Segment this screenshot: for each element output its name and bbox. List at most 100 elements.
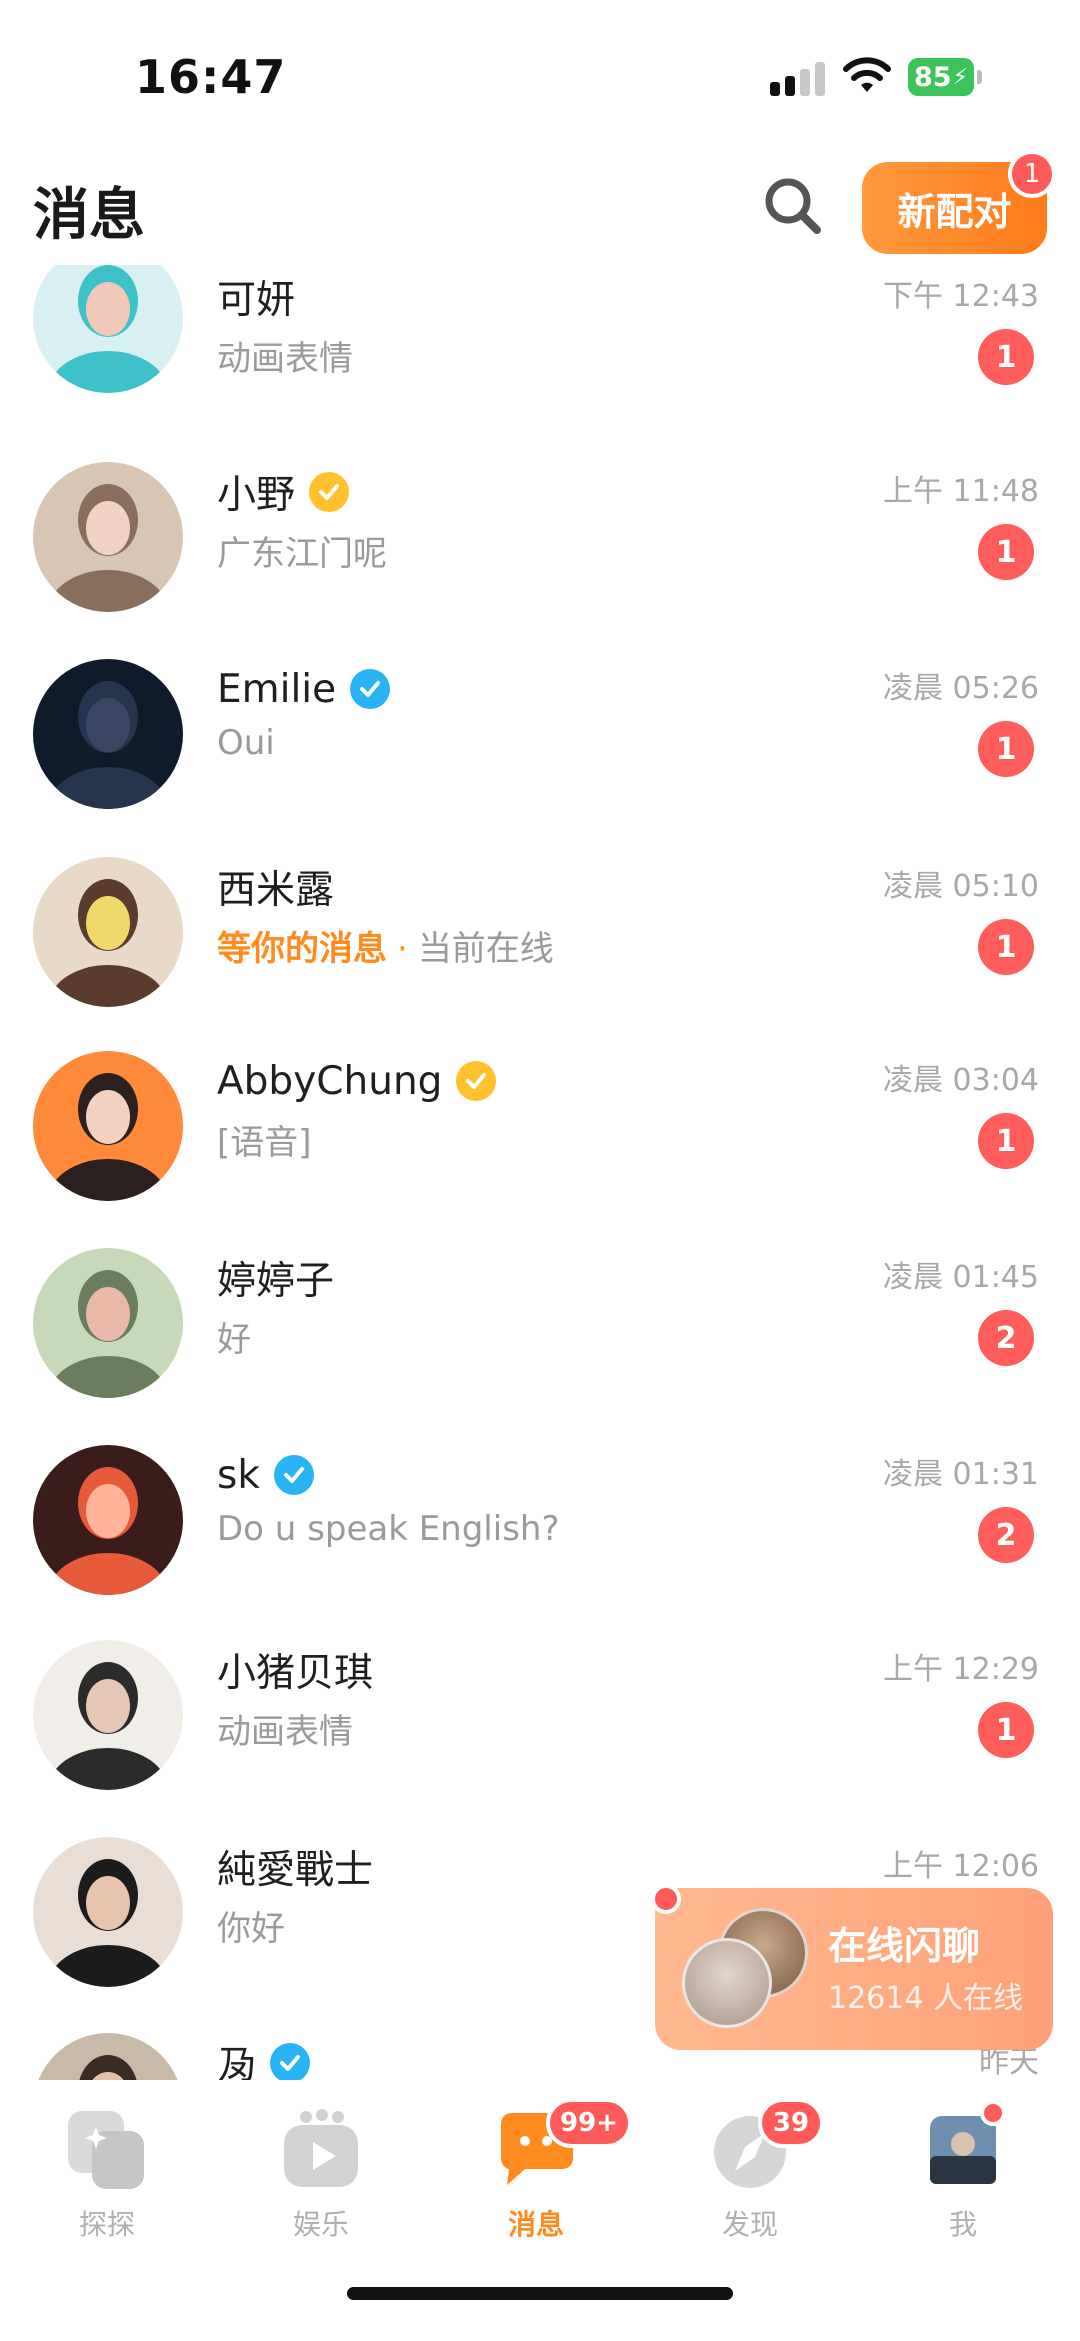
conversation-row[interactable]: 可妍动画表情 下午 12:43 1 (0, 265, 1080, 464)
message-time: 凌晨 05:26 (883, 671, 1039, 706)
message-preview: 广东江门呢 (217, 534, 387, 574)
conversation-list[interactable]: 可妍动画表情 下午 12:43 1 小野广东江门呢 上午 11:48 1 Emilie Oui… (0, 265, 1080, 2080)
verified-badge-icon (350, 669, 391, 709)
unread-badge: 1 (978, 1113, 1034, 1169)
contact-name: 西米露 (217, 868, 335, 913)
message-time: 凌晨 03:04 (883, 1063, 1039, 1098)
unread-badge: 1 (978, 1702, 1034, 1758)
unread-badge: 2 (978, 1310, 1034, 1366)
contact-name: 可妍 (217, 278, 296, 323)
avatar[interactable] (33, 462, 183, 612)
message-preview: Do u speak English? (217, 1509, 560, 1549)
new-match-label: 新配对 (897, 189, 1012, 234)
contact-name: 婷婷子 (217, 1259, 335, 1304)
conversation-row[interactable]: AbbyChung [语音] 凌晨 03:04 1 (0, 1051, 1080, 1248)
name-line: AbbyChung (217, 1051, 497, 1111)
search-icon[interactable] (762, 175, 824, 237)
verified-badge-icon (273, 1455, 314, 1495)
name-line: 可妍 (217, 267, 295, 327)
message-preview: 等你的消息 · 当前在线 (217, 921, 554, 970)
charging-bolt-icon: ⚡ (952, 64, 969, 90)
tab-label: 我 (948, 2208, 977, 2241)
avatar[interactable] (33, 265, 183, 393)
new-match-badge: 1 (1008, 150, 1056, 198)
conversation-row[interactable]: 西米露等你的消息 · 当前在线 凌晨 05:10 1 (0, 857, 1080, 1054)
waiting-label: 等你的消息 (217, 929, 387, 969)
verified-badge-icon (309, 472, 350, 512)
online-user-avatar (682, 1938, 772, 2028)
message-time: 凌晨 05:10 (883, 869, 1039, 904)
avatar[interactable] (33, 1051, 183, 1201)
message-time: 下午 12:43 (883, 279, 1039, 314)
online-status: 当前在线 (417, 929, 554, 969)
page-title: 消息 (33, 183, 145, 248)
avatar[interactable] (33, 1248, 183, 1398)
profile-notification-dot (980, 2100, 1006, 2126)
contact-name: 純愛戰士 (217, 1848, 374, 1893)
unread-badge: 2 (978, 1507, 1034, 1563)
name-line: 小野 (217, 462, 350, 522)
message-time: 上午 11:48 (883, 474, 1039, 509)
name-line: Emilie (217, 659, 391, 719)
tab-label: 发现 (721, 2208, 778, 2241)
avatar[interactable] (33, 1640, 183, 1790)
contact-name: 小猪贝琪 (217, 1651, 374, 1696)
conversation-row[interactable]: Emilie Oui 凌晨 05:26 1 (0, 659, 1080, 856)
home-indicator[interactable] (347, 2287, 733, 2300)
battery-icon: 85 ⚡ (908, 58, 974, 96)
name-line: 純愛戰士 (217, 1837, 373, 1897)
message-preview: 好 (217, 1320, 251, 1360)
message-preview: 动画表情 (217, 339, 353, 379)
name-line: sk (217, 1445, 314, 1505)
tab-me[interactable]: 我 (893, 2105, 1033, 2255)
tab-entertainment[interactable]: 娱乐 (251, 2105, 391, 2255)
separator-dot: · (397, 929, 408, 969)
online-chat-title: 在线闪聊 (828, 1924, 981, 1968)
tab-label: 娱乐 (292, 2208, 349, 2241)
verified-badge-icon (456, 1061, 497, 1101)
message-time: 上午 12:29 (883, 1652, 1039, 1687)
status-bar: 16:47 85 ⚡ (0, 0, 1080, 150)
conversation-row[interactable]: sk Do u speak English? 凌晨 01:31 2 (0, 1445, 1080, 1642)
message-preview: 动画表情 (217, 1712, 353, 1752)
message-time: 凌晨 01:45 (883, 1260, 1039, 1295)
avatar[interactable] (33, 659, 183, 809)
avatar[interactable] (33, 857, 183, 1007)
conversation-row[interactable]: 小猪贝琪动画表情 上午 12:29 1 (0, 1640, 1080, 1837)
conversation-row[interactable]: 婷婷子好 凌晨 01:45 2 (0, 1248, 1080, 1445)
message-preview: Oui (217, 723, 275, 763)
cellular-signal-icon (770, 62, 826, 96)
tantan-icon (62, 2105, 152, 2195)
conversation-row[interactable]: 小野广东江门呢 上午 11:48 1 (0, 462, 1080, 659)
contact-name: Emilie (217, 666, 337, 712)
discover-badge: 39 (758, 2098, 824, 2148)
battery-tip (977, 70, 982, 84)
verified-badge-icon (270, 2043, 311, 2080)
message-time: 上午 12:06 (883, 1849, 1039, 1884)
contact-name: 夃 (217, 2044, 257, 2080)
name-line: 夃 (217, 2033, 311, 2080)
unread-badge: 1 (978, 721, 1034, 777)
notification-dot (651, 1884, 681, 1914)
name-line: 小猪贝琪 (217, 1640, 373, 1700)
unread-badge: 1 (978, 524, 1034, 580)
avatar[interactable] (33, 2033, 183, 2080)
online-count: 12614 人在线 (828, 1981, 1023, 2016)
message-preview: [语音] (217, 1123, 312, 1163)
unread-badge: 1 (978, 919, 1034, 975)
name-line: 婷婷子 (217, 1248, 334, 1308)
name-line: 西米露 (217, 857, 334, 917)
wifi-icon (843, 57, 891, 92)
play-icon (276, 2105, 366, 2195)
tab-label: 探探 (78, 2208, 135, 2241)
status-time: 16:47 (135, 50, 287, 104)
avatar[interactable] (33, 1837, 183, 1987)
avatar[interactable] (33, 1445, 183, 1595)
message-preview: 你好 (217, 1909, 285, 1949)
header: 消息 新配对 1 (0, 150, 1080, 265)
contact-name: sk (217, 1452, 260, 1498)
message-time: 凌晨 01:31 (883, 1457, 1039, 1492)
bottom-tab-bar: 探探 娱乐 消息 99+ 发现 39 我 (0, 2080, 1080, 2341)
tab-tantan[interactable]: 探探 (37, 2105, 177, 2255)
unread-badge: 1 (978, 329, 1034, 385)
